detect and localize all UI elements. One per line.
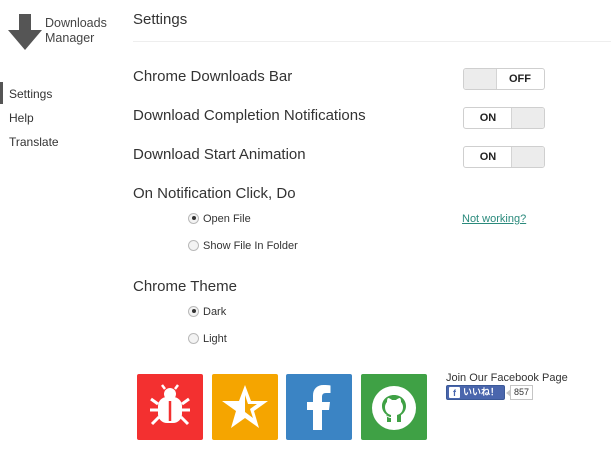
open-file-option[interactable]: Open File	[188, 212, 251, 226]
github-button[interactable]	[361, 374, 427, 440]
facebook-like-button[interactable]: f いいね！	[446, 385, 505, 400]
toggle-state: ON	[479, 112, 497, 124]
theme-light-radio[interactable]	[188, 332, 199, 344]
show-in-folder-option[interactable]: Show File In Folder	[188, 239, 298, 253]
app-name-line2: Manager	[45, 31, 95, 45]
bug-icon	[150, 384, 190, 426]
app-name-line1: Downloads	[45, 16, 107, 30]
toggle-knob	[464, 69, 497, 89]
show-in-folder-label: Show File In Folder	[203, 240, 298, 252]
start-animation-label: Download Start Animation	[133, 146, 306, 163]
theme-dark-label: Dark	[203, 306, 227, 318]
open-file-label: Open File	[203, 213, 251, 225]
open-file-radio[interactable]	[188, 212, 199, 224]
star-icon	[222, 385, 268, 428]
facebook-like-count: 857	[505, 385, 534, 400]
github-icon	[372, 386, 416, 430]
sidebar-item-settings[interactable]: Settings	[0, 82, 110, 106]
theme-dark-option[interactable]: Dark	[188, 305, 226, 319]
sidebar-item-translate[interactable]: Translate	[0, 130, 110, 154]
toggle-state: OFF	[509, 73, 531, 85]
downloads-bar-label: Chrome Downloads Bar	[133, 68, 293, 85]
page-title: Settings	[133, 11, 188, 28]
facebook-like-label: いいね！	[463, 387, 500, 397]
toggle-state: ON	[479, 151, 497, 163]
not-working-link[interactable]: Not working?	[462, 213, 526, 225]
report-bug-button[interactable]	[137, 374, 203, 440]
sidebar-item-help[interactable]: Help	[0, 106, 110, 130]
download-arrow-icon	[8, 14, 42, 50]
facebook-caption: Join Our Facebook Page	[446, 372, 568, 384]
app-name: Downloads Manager	[45, 16, 107, 46]
title-divider	[133, 41, 611, 42]
facebook-f-icon: f	[449, 387, 460, 398]
sidebar-nav: Settings Help Translate	[0, 82, 110, 154]
theme-light-option[interactable]: Light	[188, 332, 227, 346]
completion-notifications-label: Download Completion Notifications	[133, 107, 366, 124]
completion-notifications-toggle[interactable]: ON	[463, 107, 545, 129]
facebook-icon	[307, 385, 331, 430]
toggle-knob	[511, 147, 544, 167]
facebook-button[interactable]	[286, 374, 352, 440]
show-in-folder-radio[interactable]	[188, 239, 199, 251]
rate-button[interactable]	[212, 374, 278, 440]
notification-click-label: On Notification Click, Do	[133, 185, 296, 202]
chrome-theme-label: Chrome Theme	[133, 278, 237, 295]
theme-light-label: Light	[203, 333, 227, 345]
toggle-knob	[511, 108, 544, 128]
app-logo: Downloads Manager	[8, 14, 118, 54]
start-animation-toggle[interactable]: ON	[463, 146, 545, 168]
downloads-bar-toggle[interactable]: OFF	[463, 68, 545, 90]
theme-dark-radio[interactable]	[188, 305, 199, 317]
